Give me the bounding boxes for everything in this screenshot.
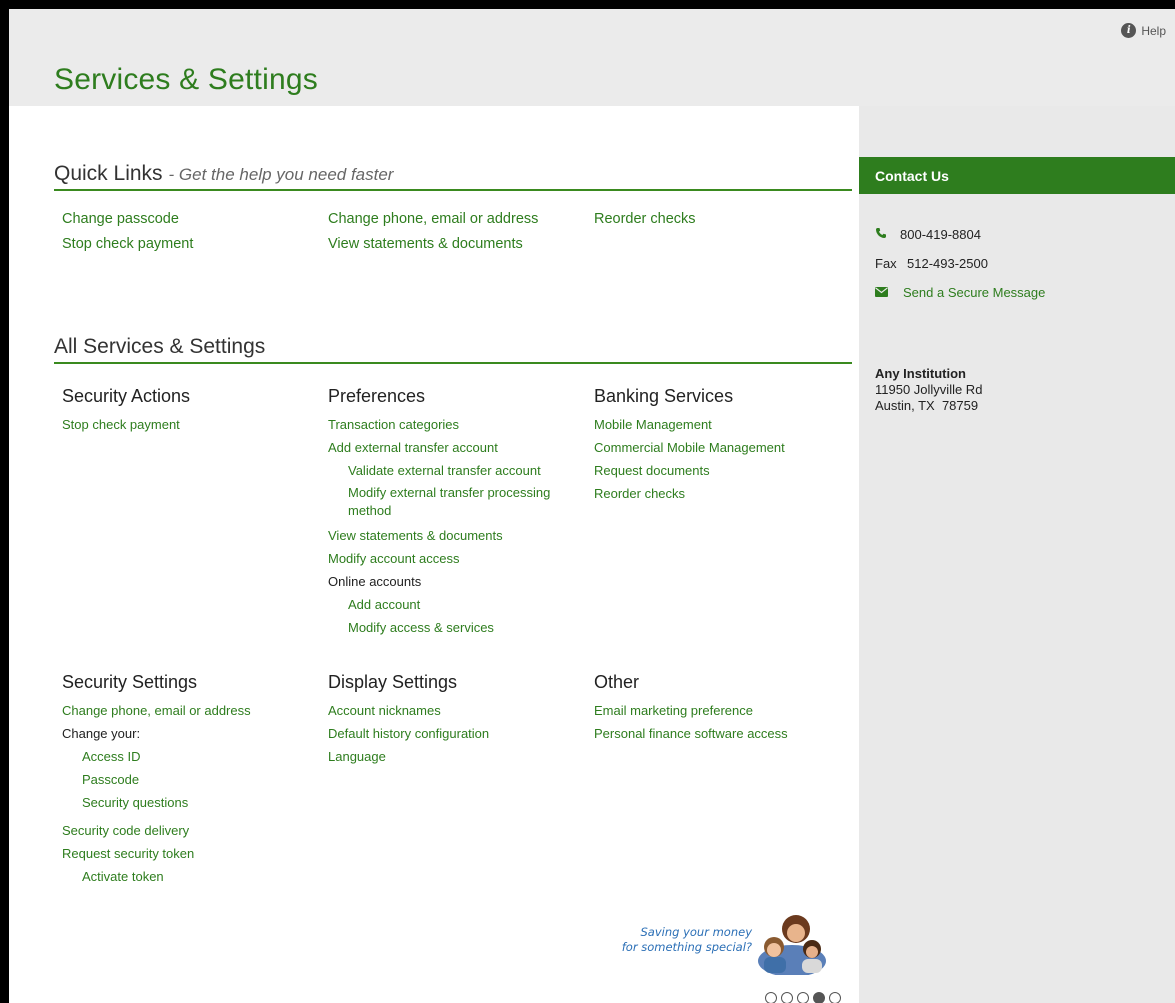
quick-links-col-2: Change phone, email or address View stat… <box>328 207 538 257</box>
carousel-dot-3[interactable] <box>797 992 809 1003</box>
address-line-1: 11950 Jollyville Rd <box>875 382 983 397</box>
change-your-label: Change your: <box>62 726 141 741</box>
validate-external-transfer-link[interactable]: Validate external transfer account <box>328 459 578 482</box>
send-secure-message-link[interactable]: Send a Secure Message <box>903 285 1045 300</box>
contact-us-header: Contact Us <box>859 157 1175 194</box>
family-photo-image <box>754 909 830 975</box>
security-actions-title: Security Actions <box>62 386 191 406</box>
phone-icon <box>875 227 900 242</box>
mobile-management-link[interactable]: Mobile Management <box>594 413 785 436</box>
promo-text: Saving your money for something special? <box>592 925 752 955</box>
promo-line-1: Saving your money <box>640 925 752 939</box>
phone-row: 800-419-8804 <box>875 227 981 242</box>
fax-row: Fax 512-493-2500 <box>875 256 988 271</box>
quick-links-title: Quick Links <box>54 162 163 185</box>
quick-link-reorder-checks[interactable]: Reorder checks <box>594 207 696 232</box>
contact-sidebar: Contact Us 800-419-8804 Fax 512-493-2500… <box>859 106 1175 1003</box>
security-actions-group: Security Actions Stop check payment <box>62 384 190 436</box>
change-contact-link[interactable]: Change phone, email or address <box>62 699 251 722</box>
carousel-dot-4[interactable] <box>813 992 825 1003</box>
fax-label: Fax <box>875 256 897 271</box>
address-line-2: Austin, TX 78759 <box>875 398 979 413</box>
quick-links-subtitle: - Get the help you need faster <box>168 165 394 184</box>
page-header: Services & Settings i Help <box>9 9 1175 106</box>
transaction-categories-link[interactable]: Transaction categories <box>328 413 578 436</box>
info-icon: i <box>1121 23 1137 38</box>
envelope-icon <box>875 285 900 300</box>
quick-links-col-3: Reorder checks <box>594 207 696 232</box>
page: Services & Settings i Help Quick Links - … <box>9 9 1175 1003</box>
modify-account-access-link[interactable]: Modify account access <box>328 547 578 570</box>
security-questions-link[interactable]: Security questions <box>62 791 251 814</box>
quick-link-change-passcode[interactable]: Change passcode <box>62 207 193 232</box>
help-label: Help <box>1141 23 1166 38</box>
quick-links-col-1: Change passcode Stop check payment <box>62 207 193 257</box>
all-services-title: All Services & Settings <box>54 335 266 358</box>
personal-finance-link[interactable]: Personal finance software access <box>594 722 788 745</box>
phone-number[interactable]: 800-419-8804 <box>900 227 981 242</box>
preferences-group: Preferences Transaction categories Add e… <box>328 384 578 639</box>
passcode-link[interactable]: Passcode <box>62 768 251 791</box>
display-settings-title: Display Settings <box>328 672 458 692</box>
stop-check-payment-link[interactable]: Stop check payment <box>62 413 190 436</box>
activate-token-link[interactable]: Activate token <box>62 865 251 888</box>
request-security-token-link[interactable]: Request security token <box>62 842 251 865</box>
carousel-dot-5[interactable] <box>829 992 841 1003</box>
online-accounts-label: Online accounts <box>328 574 422 589</box>
reorder-checks-link[interactable]: Reorder checks <box>594 482 785 505</box>
other-group: Other Email marketing preference Persona… <box>594 670 788 745</box>
banking-services-group: Banking Services Mobile Management Comme… <box>594 384 785 505</box>
request-documents-link[interactable]: Request documents <box>594 459 785 482</box>
add-external-transfer-link[interactable]: Add external transfer account <box>328 436 578 459</box>
page-title: Services & Settings <box>54 63 318 96</box>
quick-links-heading: Quick Links - Get the help you need faste… <box>54 162 852 191</box>
modify-external-transfer-link[interactable]: Modify external transfer processing meth… <box>328 482 578 524</box>
quick-link-stop-check-payment[interactable]: Stop check payment <box>62 232 193 257</box>
carousel-dot-1[interactable] <box>765 992 777 1003</box>
security-code-delivery-link[interactable]: Security code delivery <box>62 819 251 842</box>
other-title: Other <box>594 672 640 692</box>
window-frame: Services & Settings i Help Quick Links - … <box>0 0 1175 1003</box>
institution-address: Any Institution 11950 Jollyville Rd Aust… <box>875 366 982 414</box>
security-settings-title: Security Settings <box>62 672 198 692</box>
banking-services-title: Banking Services <box>594 386 734 406</box>
help-button[interactable]: i Help <box>1121 23 1166 38</box>
add-account-link[interactable]: Add account <box>328 593 578 616</box>
fax-number: 512-493-2500 <box>907 256 988 271</box>
email-marketing-link[interactable]: Email marketing preference <box>594 699 788 722</box>
view-statements-link[interactable]: View statements & documents <box>328 524 578 547</box>
quick-link-view-statements[interactable]: View statements & documents <box>328 232 538 257</box>
account-nicknames-link[interactable]: Account nicknames <box>328 699 489 722</box>
carousel-dot-2[interactable] <box>781 992 793 1003</box>
secure-message-row: Send a Secure Message <box>875 285 1045 300</box>
access-id-link[interactable]: Access ID <box>62 745 251 768</box>
promo-banner[interactable]: Saving your money for something special? <box>592 909 832 977</box>
security-settings-group: Security Settings Change phone, email or… <box>62 670 251 888</box>
promo-carousel-dots <box>765 992 841 1003</box>
promo-line-2: for something special? <box>621 940 752 954</box>
preferences-title: Preferences <box>328 386 426 406</box>
language-link[interactable]: Language <box>328 745 489 768</box>
display-settings-group: Display Settings Account nicknames Defau… <box>328 670 489 768</box>
institution-name: Any Institution <box>875 366 966 381</box>
quick-link-change-contact[interactable]: Change phone, email or address <box>328 207 538 232</box>
all-services-heading: All Services & Settings <box>54 335 852 364</box>
default-history-link[interactable]: Default history configuration <box>328 722 489 745</box>
modify-access-services-link[interactable]: Modify access & services <box>328 616 578 639</box>
commercial-mobile-management-link[interactable]: Commercial Mobile Management <box>594 436 785 459</box>
